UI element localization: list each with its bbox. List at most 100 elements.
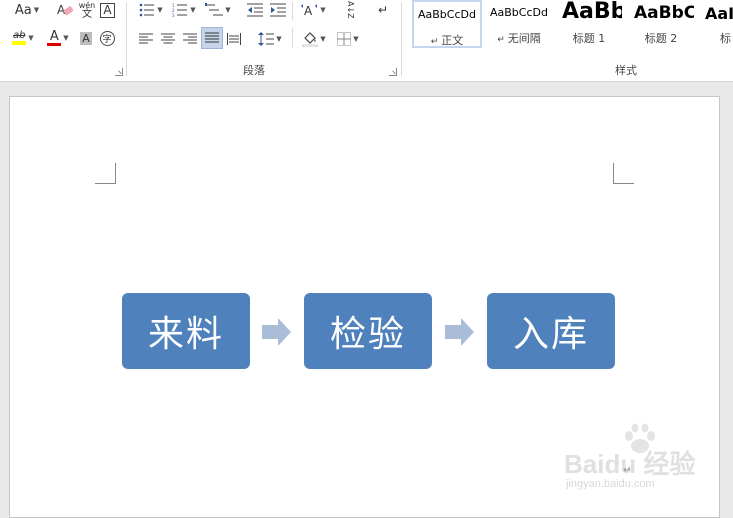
eraser-icon: A (57, 3, 74, 17)
margin-corner-mark (95, 163, 116, 184)
paragraph-mark-icon: ↵ (497, 35, 505, 45)
character-border-label: A (100, 2, 115, 18)
enclose-characters-button[interactable]: 字 (97, 28, 117, 48)
chevron-down-icon: ▼ (225, 6, 231, 14)
highlight-button[interactable]: ab ▼ (6, 28, 40, 48)
flow-step-box[interactable]: 入库 (487, 293, 615, 369)
chevron-down-icon: ▼ (190, 6, 196, 14)
chevron-down-icon: ▼ (276, 35, 282, 43)
borders-icon (337, 32, 352, 46)
style-name-label: 标题 1 (572, 32, 606, 45)
svg-text:3: 3 (172, 13, 175, 17)
enclose-characters-label: 字 (99, 30, 115, 46)
align-right-button[interactable] (180, 29, 200, 49)
bullet-list-icon (139, 3, 155, 17)
numbering-button[interactable]: 1 2 3 ▼ (170, 0, 198, 20)
style-name-label: 标 (720, 32, 731, 45)
group-separator (126, 2, 127, 76)
style-heading-1[interactable]: AaBb 标题 1 (556, 0, 622, 48)
watermark-brand: Baidu 经验 (564, 449, 696, 479)
style-sample: AaBb (562, 0, 622, 24)
distributed-align-icon (227, 33, 241, 45)
line-spacing-button[interactable]: ▼ (255, 29, 285, 49)
chevron-down-icon: ▼ (353, 35, 359, 43)
flow-arrow (262, 318, 291, 346)
style-sample: AaBbCcDd (418, 8, 476, 21)
character-border-button[interactable]: A (99, 0, 116, 20)
paragraph-mark-icon: ↵ (377, 3, 389, 17)
distributed-button[interactable] (224, 29, 244, 49)
chevron-down-icon: ▼ (28, 34, 34, 42)
bullets-button[interactable]: ▼ (137, 0, 165, 20)
style-sample: AaBbCcDd (490, 6, 548, 19)
paragraph-mark-icon: ↵ (430, 37, 439, 47)
font-color-icon: A (47, 29, 62, 46)
flow-arrow (445, 318, 474, 346)
align-right-icon (183, 33, 197, 44)
phonetic-guide-button[interactable]: wén 文 (77, 0, 97, 20)
align-left-button[interactable] (136, 29, 156, 49)
font-color-button[interactable]: A ▼ (42, 28, 74, 48)
style-heading-2[interactable]: AaBbC 标题 2 (628, 0, 694, 48)
style-name-label: 无间隔 (507, 32, 541, 45)
borders-button[interactable]: ▼ (333, 29, 363, 49)
svg-text:A: A (304, 4, 313, 18)
style-no-spacing[interactable]: AaBbCcDd ↵ 无间隔 (484, 0, 554, 48)
style-normal[interactable]: AaBbCcDd ↵ 正文 (412, 0, 482, 48)
align-center-button[interactable] (158, 29, 178, 49)
sort-icon: A↓Z (346, 1, 355, 19)
character-shading-button[interactable]: A (77, 28, 95, 48)
font-color-label: A (49, 29, 59, 44)
ribbon: Aa ▼ A wén 文 A ab ▼ A ▼ A 字 ▼ 1 2 3 ▼ ▼ … (0, 0, 733, 82)
margin-corner-mark (613, 163, 634, 184)
chevron-down-icon: ▼ (33, 6, 40, 14)
watermark-url: jingyan.baidu.com (566, 478, 655, 490)
multilevel-list-icon (205, 3, 224, 16)
paragraph-dialog-launcher[interactable] (389, 68, 397, 76)
show-hide-marks-button[interactable]: ↵ (373, 0, 393, 20)
style-name: ↵ 无间隔 (484, 30, 554, 46)
style-name-label: 标题 2 (644, 32, 678, 45)
paragraph-group-label: 段落 (243, 64, 265, 77)
align-center-icon (161, 33, 175, 44)
decrease-indent-icon (247, 3, 263, 17)
increase-indent-button[interactable] (268, 0, 288, 20)
text-direction-icon: A (301, 4, 318, 18)
multilevel-list-button[interactable]: ▼ (203, 0, 233, 20)
chevron-down-icon: ▼ (320, 6, 326, 14)
font-dialog-launcher[interactable] (115, 68, 123, 76)
group-separator (292, 2, 293, 20)
clear-formatting-button[interactable]: A (55, 0, 75, 20)
justify-icon (205, 32, 219, 43)
numbered-list-icon: 1 2 3 (172, 3, 188, 17)
align-left-icon (139, 33, 153, 44)
text-direction-button[interactable]: A ▼ (298, 0, 328, 20)
paint-bucket-icon (303, 32, 318, 47)
highlight-label: ab (13, 30, 26, 41)
shading-button[interactable]: ▼ (299, 29, 329, 49)
highlighter-icon: ab (12, 30, 27, 45)
chevron-down-icon: ▼ (157, 6, 163, 14)
style-name-label: 正文 (441, 34, 464, 47)
justify-button[interactable] (201, 27, 223, 49)
chevron-down-icon: ▼ (320, 35, 326, 43)
style-sample: AaI (705, 4, 733, 23)
chevron-down-icon: ▼ (63, 34, 69, 42)
sort-button[interactable]: A↓Z (340, 0, 360, 20)
line-spacing-icon (258, 32, 275, 46)
decrease-indent-button[interactable] (245, 0, 265, 20)
change-case-button[interactable]: Aa ▼ (10, 0, 44, 20)
style-name: ↵ 正文 (414, 32, 480, 48)
flow-step-box[interactable]: 来料 (122, 293, 250, 369)
style-sample: AaBbC (634, 3, 694, 23)
change-case-label: Aa (14, 2, 32, 18)
flow-step-box[interactable]: 检验 (304, 293, 432, 369)
phonetic-bottom-label: 文 (82, 9, 92, 20)
baidu-jingyan-watermark: Baidu 经验 jingyan.baidu.com (560, 423, 730, 500)
group-separator (292, 28, 293, 48)
styles-group-label: 样式 (615, 64, 637, 77)
increase-indent-icon (270, 3, 286, 17)
character-shading-label: A (80, 31, 92, 45)
style-title[interactable]: AaI 标 (698, 0, 733, 48)
group-separator (401, 2, 402, 76)
